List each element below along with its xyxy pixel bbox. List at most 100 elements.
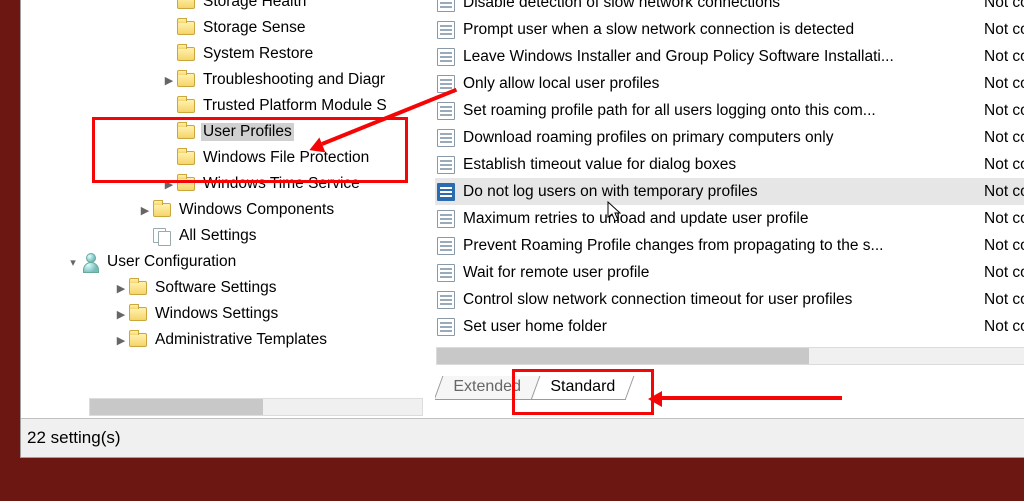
tree-item[interactable]: ▶Storage Health [41,0,429,15]
tree-item-label: Storage Sense [201,19,308,37]
policy-state: Not con [980,237,1024,255]
policy-icon [437,21,455,39]
tree-item-label: Storage Health [201,0,308,11]
tree-item-label: Administrative Templates [153,331,329,349]
folder-icon [177,0,195,9]
folder-icon [153,203,171,217]
gpedit-window: ▶Storage Health▶Storage Sense▶System Res… [20,0,1024,458]
tree-h-scrollbar[interactable] [89,398,423,416]
policy-row[interactable]: Control slow network connection timeout … [435,286,1024,313]
policy-setting: Wait for remote user profile [463,264,980,282]
folder-icon [177,125,195,139]
policy-icon [437,183,455,201]
tree-item[interactable]: ▶System Restore [41,41,429,67]
policy-state: Not con [980,0,1024,12]
tab-extended[interactable]: Extended [435,376,540,400]
policy-row[interactable]: Maximum retries to unload and update use… [435,205,1024,232]
tree-item[interactable]: ▶All Settings [41,223,429,249]
tree-item[interactable]: ▶Windows Settings [41,301,429,327]
status-text: 22 setting(s) [27,428,121,448]
folder-icon [177,21,195,35]
policy-list[interactable]: Disable detection of slow network connec… [435,0,1024,340]
policy-row[interactable]: Set user home folderNot con [435,313,1024,340]
tree-item-label: Windows File Protection [201,149,371,167]
policy-setting: Control slow network connection timeout … [463,291,980,309]
policy-setting: Set user home folder [463,318,980,336]
policy-row[interactable]: Leave Windows Installer and Group Policy… [435,43,1024,70]
policy-setting: Prevent Roaming Profile changes from pro… [463,237,980,255]
policy-row[interactable]: Prevent Roaming Profile changes from pro… [435,232,1024,259]
policy-state: Not con [980,210,1024,228]
list-h-scrollbar[interactable] [436,347,1024,365]
folder-icon [177,99,195,113]
expand-icon[interactable]: ▶ [137,204,153,217]
tree-item[interactable]: ▶Storage Sense [41,15,429,41]
policy-row[interactable]: Do not log users on with temporary profi… [435,178,1024,205]
folder-icon [177,151,195,165]
policy-icon [437,210,455,228]
policy-icon [437,0,455,12]
tree-item-label: Troubleshooting and Diagr [201,71,387,89]
policy-icon [437,318,455,336]
policy-icon [437,156,455,174]
all-settings-icon [153,228,171,244]
policy-state: Not con [980,264,1024,282]
tree-item[interactable]: ▾ User Configuration [41,249,429,275]
policy-row[interactable]: Wait for remote user profileNot con [435,259,1024,286]
policy-state: Not con [980,48,1024,66]
policy-setting: Set roaming profile path for all users l… [463,102,980,120]
tab-standard[interactable]: Standard [530,376,634,400]
policy-row[interactable]: Only allow local user profilesNot con [435,70,1024,97]
folder-icon [177,47,195,61]
user-configuration-icon [81,253,101,271]
policy-row[interactable]: Prompt user when a slow network connecti… [435,16,1024,43]
collapse-icon[interactable]: ▾ [65,256,81,269]
status-bar: 22 setting(s) [21,418,1024,457]
policy-state: Not con [980,21,1024,39]
tree-item[interactable]: ▶Windows File Protection [41,145,429,171]
tree-item-label: User Configuration [105,253,238,271]
policy-setting: Leave Windows Installer and Group Policy… [463,48,980,66]
expand-icon[interactable]: ▶ [113,282,129,295]
policy-state: Not con [980,291,1024,309]
expand-icon[interactable]: ▶ [161,178,177,191]
expand-icon[interactable]: ▶ [113,334,129,347]
policy-state: Not con [980,129,1024,147]
tree-item-label: Trusted Platform Module S [201,97,389,115]
tree-item[interactable]: ▶ Software Settings [41,275,429,301]
policy-setting: Prompt user when a slow network connecti… [463,21,980,39]
policy-row[interactable]: Establish timeout value for dialog boxes… [435,151,1024,178]
folder-icon [177,177,195,191]
policy-row[interactable]: Download roaming profiles on primary com… [435,124,1024,151]
policy-state: Not con [980,102,1024,120]
tree-item-label: Software Settings [153,279,278,297]
policy-setting: Download roaming profiles on primary com… [463,129,980,147]
tree-item[interactable]: ▶ Windows Components [41,197,429,223]
tree-item[interactable]: ▶ Troubleshooting and Diagr [41,67,429,93]
folder-icon [129,281,147,295]
policy-setting: Maximum retries to unload and update use… [463,210,980,228]
scrollbar-thumb[interactable] [437,348,809,364]
policy-setting: Establish timeout value for dialog boxes [463,156,980,174]
policy-state: Not con [980,318,1024,336]
tree-item[interactable]: ▶User Profiles [41,119,429,145]
tree-item-label: Windows Time Service [201,175,362,193]
tree-item-label: System Restore [201,45,315,63]
expand-icon[interactable]: ▶ [161,74,177,87]
tree-item[interactable]: ▶ Administrative Templates [41,327,429,353]
policy-tree[interactable]: ▶Storage Health▶Storage Sense▶System Res… [41,0,429,353]
policy-row[interactable]: Disable detection of slow network connec… [435,0,1024,16]
scrollbar-thumb[interactable] [90,399,263,415]
policy-icon [437,237,455,255]
expand-icon[interactable]: ▶ [113,308,129,321]
folder-icon [177,73,195,87]
tree-item[interactable]: ▶ Windows Time Service [41,171,429,197]
policy-list-pane: Disable detection of slow network connec… [435,0,1024,418]
policy-row[interactable]: Set roaming profile path for all users l… [435,97,1024,124]
folder-icon [129,307,147,321]
policy-setting: Only allow local user profiles [463,75,980,93]
policy-state: Not con [980,75,1024,93]
policy-icon [437,291,455,309]
tree-item[interactable]: ▶Trusted Platform Module S [41,93,429,119]
tree-item-label: Windows Components [177,201,336,219]
